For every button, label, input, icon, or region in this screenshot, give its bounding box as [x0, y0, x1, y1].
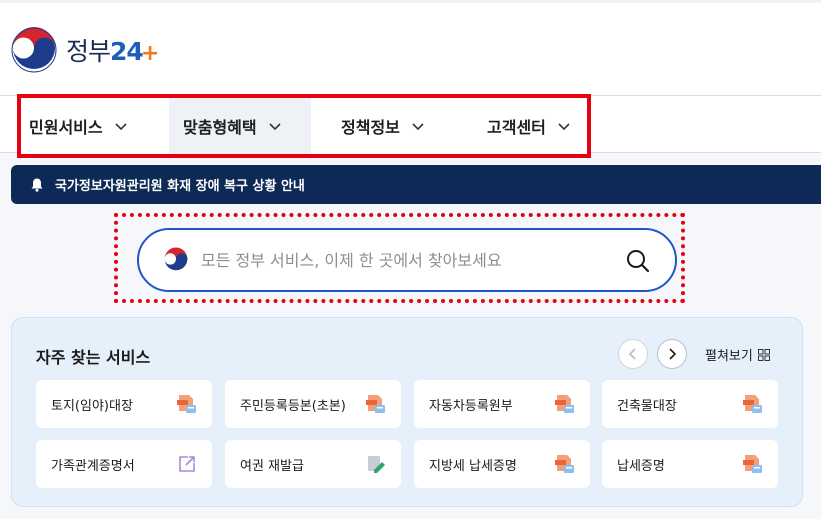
- nav-item-custom-benefits[interactable]: 맞춤형혜택: [169, 98, 311, 154]
- service-label: 지방세 납세증명: [429, 458, 517, 474]
- notice-text: 국가정보자원관리원 화재 장애 복구 상황 안내: [55, 179, 305, 194]
- main-nav: 민원서비스 맞춤형혜택 정책정보 고객센터: [17, 94, 591, 158]
- nav-item-customer-center[interactable]: 고객센터: [461, 98, 587, 154]
- logo-number: 24: [110, 37, 144, 66]
- service-card[interactable]: 여권 재발급: [225, 440, 401, 488]
- service-label: 납세증명: [617, 458, 665, 474]
- nav-item-civil-service[interactable]: 민원서비스: [21, 98, 169, 154]
- edit-doc-icon: [368, 456, 385, 473]
- logo-name: 정부: [66, 37, 111, 66]
- logo-text: 정부 24 +: [66, 32, 159, 68]
- service-card[interactable]: 납세증명: [602, 440, 778, 488]
- service-label: 토지(임야)대장: [51, 398, 133, 414]
- panel-title: 자주 찾는 서비스: [36, 348, 151, 367]
- nav-item-policy-info[interactable]: 정책정보: [311, 98, 461, 154]
- service-label: 주민등록등본(초본): [240, 398, 346, 414]
- service-label: 여권 재발급: [240, 458, 304, 474]
- nav-label: 고객센터: [487, 118, 546, 137]
- service-card[interactable]: 자동차등록원부: [414, 380, 590, 428]
- service-label: 가족관계증명서: [51, 458, 135, 474]
- pdf-doc-icon: [743, 395, 762, 413]
- service-label: 건축물대장: [617, 398, 677, 414]
- service-card[interactable]: 건축물대장: [602, 380, 778, 428]
- grid-icon: [757, 348, 770, 361]
- search-bar[interactable]: [137, 228, 677, 292]
- pdf-doc-icon: [555, 395, 574, 413]
- logo-plus: +: [140, 41, 159, 66]
- search-input[interactable]: [201, 250, 621, 270]
- expand-label: 펼쳐보기: [705, 349, 753, 364]
- service-card[interactable]: 토지(임야)대장: [36, 380, 212, 428]
- chevron-down-icon: [269, 123, 281, 131]
- nav-label: 정책정보: [341, 118, 400, 137]
- nav-label: 맞춤형혜택: [183, 118, 257, 137]
- notice-bar[interactable]: 국가정보자원관리원 화재 장애 복구 상황 안내: [11, 165, 821, 204]
- frequent-services-panel: 자주 찾는 서비스 펼쳐보기 토지(임야)대장 주민등록등본(초본) 자동차등록…: [11, 317, 803, 507]
- chevron-down-icon: [412, 123, 424, 131]
- pdf-doc-icon: [366, 395, 385, 413]
- external-link-icon: [179, 456, 195, 472]
- chevron-right-icon: [669, 348, 677, 360]
- pdf-doc-icon: [555, 455, 574, 473]
- bell-icon: [31, 178, 43, 192]
- site-header: 정부 24 + 민원서비스 맞춤형혜택 정책정보 고객센터: [0, 0, 821, 158]
- expand-button[interactable]: 펼쳐보기: [705, 345, 770, 364]
- prev-button[interactable]: [618, 339, 648, 369]
- nav-label: 민원서비스: [29, 118, 103, 137]
- chevron-down-icon: [558, 123, 570, 131]
- logo[interactable]: 정부 24 +: [10, 26, 159, 74]
- search-icon[interactable]: [625, 248, 651, 274]
- chevron-down-icon: [115, 123, 127, 131]
- taegeuk-emblem-icon: [11, 27, 57, 73]
- next-button[interactable]: [657, 339, 687, 369]
- taegeuk-emblem-icon: [164, 247, 188, 271]
- service-card[interactable]: 지방세 납세증명: [414, 440, 590, 488]
- pdf-doc-icon: [177, 395, 196, 413]
- top-strip: [0, 0, 821, 3]
- pdf-doc-icon: [743, 455, 762, 473]
- chevron-left-icon: [628, 348, 636, 360]
- service-label: 자동차등록원부: [429, 398, 513, 414]
- service-card[interactable]: 주민등록등본(초본): [225, 380, 401, 428]
- service-card[interactable]: 가족관계증명서: [36, 440, 212, 488]
